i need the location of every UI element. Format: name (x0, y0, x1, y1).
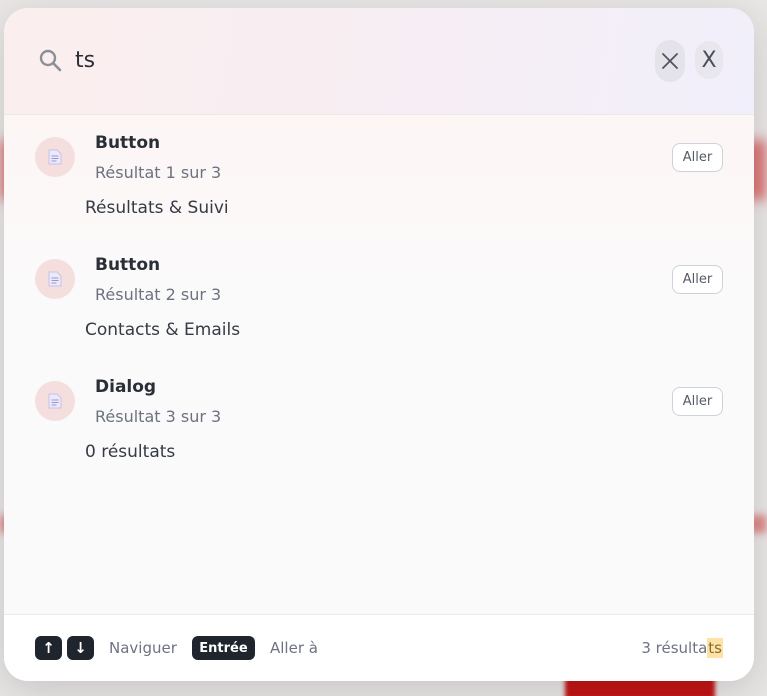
result-title: Button (95, 255, 161, 275)
result-item[interactable]: Button Résultat 2 sur 3 Contacts & Email… (4, 237, 754, 359)
result-item[interactable]: Dialog Résultat 3 sur 3 0 résultats Alle… (4, 359, 754, 481)
search-input[interactable] (75, 42, 635, 78)
result-subtitle: Résultat 3 sur 3 (95, 407, 222, 426)
search-dialog: X Button Résultat 1 sur 3 Résultats & Su… (4, 8, 754, 681)
document-icon (35, 381, 75, 421)
result-count-highlight: ts (707, 638, 723, 658)
results-list: Button Résultat 1 sur 3 Résultats & Suiv… (4, 115, 754, 613)
shortcut-footer: ↑ ↓ Naviguer Entrée Aller à 3 résultats (4, 614, 754, 681)
enter-key: Entrée (192, 636, 255, 660)
result-item[interactable]: Button Résultat 1 sur 3 Résultats & Suiv… (4, 115, 754, 237)
close-dialog-button[interactable]: X (695, 41, 723, 79)
search-header: X (4, 8, 754, 115)
close-icon (662, 53, 678, 69)
arrow-down-key: ↓ (67, 636, 94, 660)
search-icon (39, 49, 62, 72)
go-button[interactable]: Aller (672, 387, 723, 416)
result-description: Résultats & Suivi (85, 198, 229, 218)
arrow-up-key: ↑ (35, 636, 62, 660)
go-button[interactable]: Aller (672, 143, 723, 172)
document-icon (35, 137, 75, 177)
result-subtitle: Résultat 2 sur 3 (95, 285, 222, 304)
result-description: Contacts & Emails (85, 320, 241, 340)
result-description: 0 résultats (85, 442, 176, 462)
result-title: Dialog (95, 377, 157, 397)
result-count-prefix: 3 résulta (641, 639, 708, 657)
goto-hint: Aller à (270, 639, 318, 657)
result-count: 3 résultats (641, 638, 723, 658)
result-subtitle: Résultat 1 sur 3 (95, 163, 222, 182)
document-icon (35, 259, 75, 299)
result-title: Button (95, 133, 161, 153)
go-button[interactable]: Aller (672, 265, 723, 294)
navigate-hint: Naviguer (109, 639, 177, 657)
clear-search-button[interactable] (655, 40, 685, 82)
